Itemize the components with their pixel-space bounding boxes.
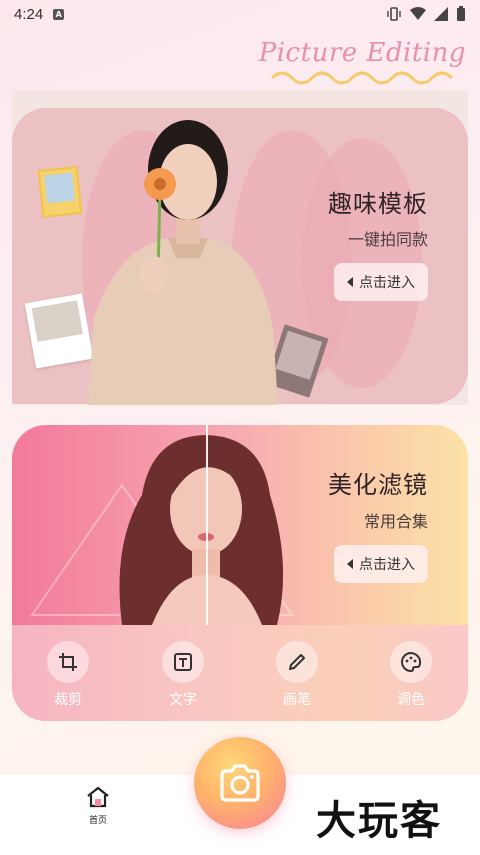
chevron-left-icon (347, 277, 353, 287)
template-enter-label: 点击进入 (359, 275, 415, 291)
filter-enter-label: 点击进入 (359, 557, 415, 573)
pen-icon (276, 641, 318, 683)
status-bar: 4:24 A (0, 0, 480, 28)
wifi-icon (410, 7, 426, 20)
tool-crop-label: 裁剪 (54, 692, 82, 708)
nav-home-label: 首页 (88, 816, 107, 826)
template-card-subtitle: 一键拍同款 (347, 230, 428, 249)
brand-squiggle-decoration (270, 71, 454, 85)
filter-card-subtitle: 常用合集 (363, 512, 428, 531)
status-right-icons (386, 6, 466, 22)
battery-icon (457, 6, 465, 21)
filter-split-line (206, 425, 208, 625)
tool-text[interactable]: 文字 (153, 641, 213, 709)
template-card-title: 趣味模板 (328, 190, 428, 218)
tools-strip: 裁剪 文字 画笔 调色 (12, 625, 468, 721)
model-portrait-filter (119, 435, 284, 625)
camera-button[interactable] (194, 737, 286, 829)
sticker-photo-yellow (37, 166, 83, 218)
filter-enter-button[interactable]: 点击进入 (334, 545, 428, 583)
camera-icon (220, 764, 260, 802)
model-portrait-flower (88, 120, 278, 405)
chevron-left-icon (347, 559, 353, 569)
text-icon (162, 641, 204, 683)
signal-icon (434, 7, 448, 21)
tool-palette-label: 调色 (397, 692, 425, 708)
home-icon (87, 786, 109, 808)
filter-card-title: 美化滤镜 (328, 471, 428, 499)
tool-text-label: 文字 (169, 692, 197, 708)
tool-crop[interactable]: 裁剪 (38, 641, 98, 709)
template-enter-button[interactable]: 点击进入 (334, 263, 428, 301)
sticker-photo-white (24, 293, 94, 369)
tool-pen[interactable]: 画笔 (267, 641, 327, 709)
crop-icon (47, 641, 89, 683)
tool-palette[interactable]: 调色 (381, 641, 441, 709)
template-card[interactable]: 趣味模板 一键拍同款 点击进入 (12, 90, 468, 405)
watermark-text: 大玩客 (316, 798, 442, 844)
status-time: 4:24 (14, 5, 44, 23)
nav-home-tab[interactable]: 首页 (78, 785, 118, 826)
vibrate-icon (387, 7, 401, 21)
notification-app-icon: A (53, 8, 65, 20)
tool-pen-label: 画笔 (283, 692, 311, 708)
filter-card[interactable]: 美化滤镜 常用合集 点击进入 裁剪 文字 画笔 调色 (12, 425, 468, 721)
palette-icon (390, 641, 432, 683)
brand-title: Picture Editing (258, 38, 466, 68)
